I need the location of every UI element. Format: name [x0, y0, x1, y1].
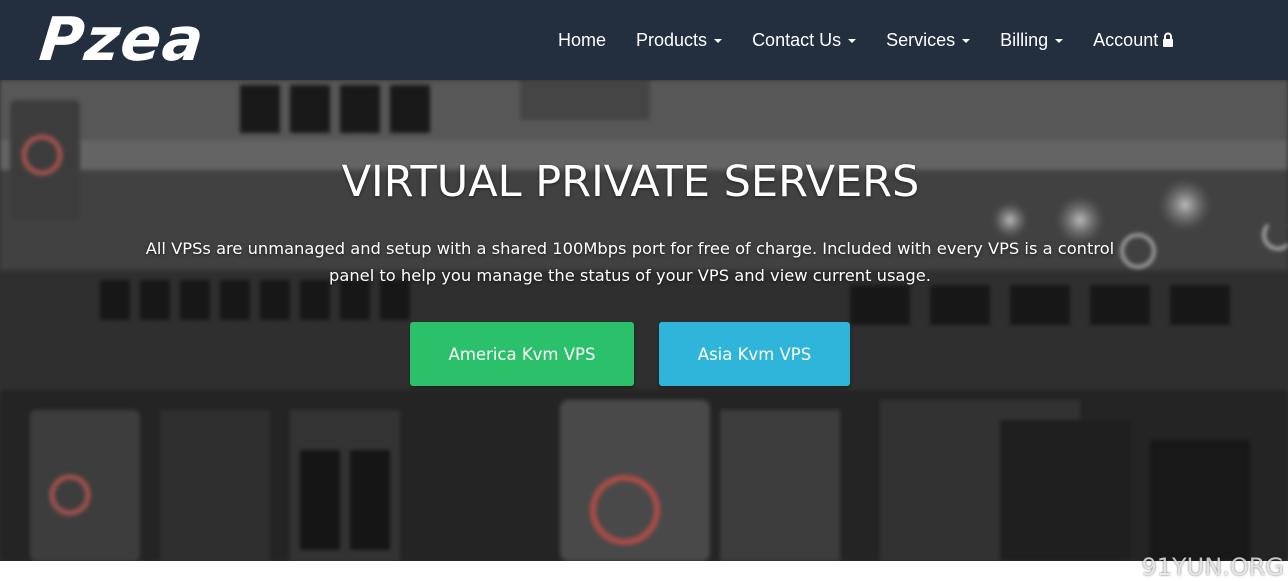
nav-billing-dropdown[interactable]: Billing	[1000, 20, 1064, 60]
america-kvm-vps-label: America Kvm VPS	[448, 344, 596, 364]
caret-down-icon	[848, 39, 857, 43]
nav-products-dropdown[interactable]: Products	[636, 20, 723, 60]
site-logo[interactable]: Pzea	[36, 5, 207, 75]
nav-account[interactable]: Account	[1093, 20, 1176, 60]
caret-down-icon	[714, 39, 723, 43]
caret-down-icon	[1055, 39, 1064, 43]
hero-dark-overlay	[0, 80, 1288, 561]
nav-contact-dropdown[interactable]: Contact Us	[752, 20, 857, 60]
nav-account-label: Account	[1093, 29, 1159, 50]
main-nav: Home Products Contact Us Services Billin…	[558, 0, 1176, 80]
nav-services-label: Services	[886, 29, 956, 50]
hero-description: All VPSs are unmanaged and setup with a …	[145, 239, 1115, 285]
hero-title: VIRTUAL PRIVATE SERVERS	[341, 157, 920, 207]
nav-billing-label: Billing	[1000, 29, 1049, 50]
caret-down-icon	[962, 39, 971, 43]
nav-home-label: Home	[558, 29, 607, 50]
nav-services-dropdown[interactable]: Services	[886, 20, 971, 60]
nav-contact-label: Contact Us	[752, 29, 842, 50]
asia-kvm-vps-label: Asia Kvm VPS	[697, 344, 812, 364]
hero-banner: VIRTUAL PRIVATE SERVERS All VPSs are unm…	[0, 80, 1288, 561]
watermark-text: 91YUN.ORG	[1141, 553, 1284, 581]
asia-kvm-vps-button[interactable]: Asia Kvm VPS	[659, 322, 850, 386]
nav-home[interactable]: Home	[558, 20, 606, 60]
america-kvm-vps-button[interactable]: America Kvm VPS	[410, 322, 634, 386]
top-navbar: Pzea Home Products Contact Us Services B…	[0, 0, 1288, 80]
lock-icon	[1162, 32, 1176, 48]
nav-products-label: Products	[636, 29, 708, 50]
